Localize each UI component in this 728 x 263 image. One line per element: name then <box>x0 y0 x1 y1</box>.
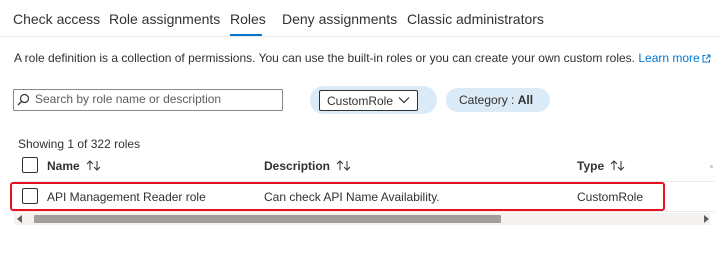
category-filter-pill[interactable]: Category : All <box>446 88 550 112</box>
scroll-right-icon[interactable] <box>702 214 710 224</box>
chevron-down-icon <box>398 97 410 104</box>
learn-more-link[interactable]: Learn more <box>638 51 711 66</box>
column-header-description[interactable]: Description <box>264 159 351 174</box>
external-link-icon <box>702 52 711 66</box>
column-header-type-label: Type <box>577 159 605 173</box>
results-count: Showing 1 of 322 roles <box>18 137 141 151</box>
description-text: A role definition is a collection of per… <box>14 51 635 65</box>
row-divider <box>14 211 714 212</box>
select-all-checkbox[interactable] <box>22 157 38 173</box>
search-input[interactable] <box>35 91 275 107</box>
sort-icon <box>86 160 101 174</box>
column-header-name-label: Name <box>47 159 80 173</box>
tab-roles[interactable]: Roles <box>230 11 266 27</box>
category-filter-label: Category : <box>459 93 515 107</box>
column-header-name[interactable]: Name <box>47 159 101 174</box>
tab-classic-administrators[interactable]: Classic administrators <box>407 11 544 27</box>
sort-icon <box>336 160 351 174</box>
scroll-left-icon[interactable] <box>16 214 24 224</box>
tab-check-access[interactable]: Check access <box>13 11 100 27</box>
type-filter-value: CustomRole <box>327 94 394 108</box>
tab-role-assignments[interactable]: Role assignments <box>109 11 220 27</box>
tab-bar: Check access Role assignments Roles Deny… <box>0 0 728 40</box>
search-box <box>13 89 283 111</box>
type-filter-dropdown[interactable]: CustomRole <box>319 90 418 111</box>
column-header-type[interactable]: Type <box>577 159 625 174</box>
learn-more-label: Learn more <box>638 51 700 65</box>
column-header-description-label: Description <box>264 159 331 173</box>
type-filter-pill: CustomRole <box>310 86 437 114</box>
page-description: A role definition is a collection of per… <box>14 51 711 66</box>
highlight-box <box>10 182 665 211</box>
tab-deny-assignments[interactable]: Deny assignments <box>282 11 397 27</box>
tab-divider <box>0 36 720 37</box>
scrollbar-thumb[interactable] <box>34 215 501 223</box>
category-filter-value: All <box>517 93 534 107</box>
sort-icon <box>610 160 625 174</box>
search-icon <box>17 93 30 106</box>
column-overflow-indicator <box>710 165 713 168</box>
